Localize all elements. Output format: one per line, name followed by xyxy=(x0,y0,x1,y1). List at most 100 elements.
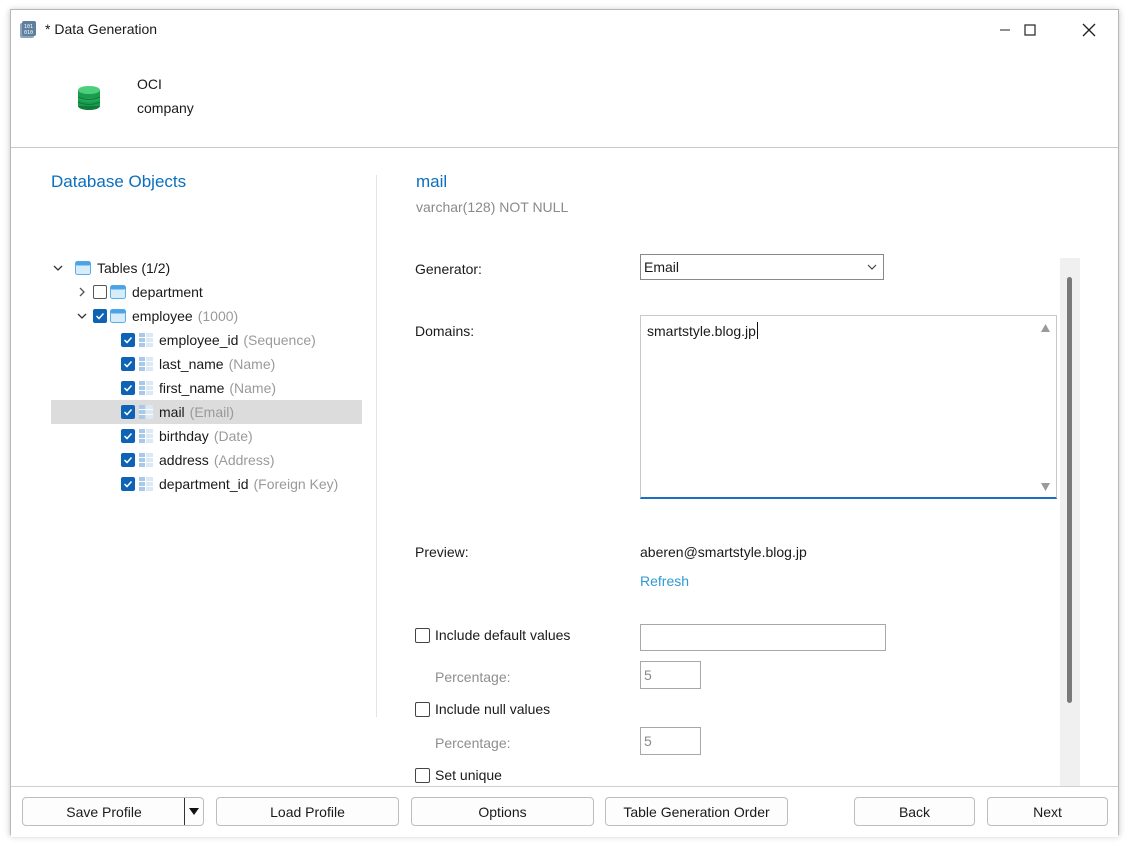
column-settings-pane: mail varchar(128) NOT NULL Generator: Em… xyxy=(377,148,1120,790)
column-generator-hint: (Address) xyxy=(213,452,275,468)
preview-label: Preview: xyxy=(415,544,469,560)
column-generator-hint: (Name) xyxy=(228,356,276,372)
connection-name: OCI xyxy=(137,76,162,92)
column-name: first_name xyxy=(159,380,225,396)
svg-text:010: 010 xyxy=(24,30,33,36)
domains-value: smartstyle.blog.jp xyxy=(647,323,756,339)
database-objects-title: Database Objects xyxy=(51,172,187,191)
null-percentage-label: Percentage: xyxy=(435,735,511,751)
table-icon xyxy=(110,285,126,299)
tree-node-department[interactable]: department xyxy=(51,280,362,304)
tree-node-column[interactable]: address (Address) xyxy=(51,448,362,472)
back-button[interactable]: Back xyxy=(854,797,975,826)
column-checkbox[interactable] xyxy=(121,405,135,419)
column-icon xyxy=(139,453,153,467)
column-name: address xyxy=(159,452,209,468)
column-checkbox[interactable] xyxy=(121,357,135,371)
tree-node-column-selected[interactable]: mail (Email) xyxy=(51,400,362,424)
text-cursor xyxy=(756,322,758,339)
column-checkbox[interactable] xyxy=(121,453,135,467)
column-icon xyxy=(139,477,153,491)
title-bar: 101 010 * Data Generation xyxy=(11,10,1118,50)
domains-label: Domains: xyxy=(415,323,475,339)
tree-node-tables[interactable]: Tables (1/2) xyxy=(51,256,362,280)
save-profile-dropdown[interactable] xyxy=(184,798,203,825)
checkmark-icon xyxy=(123,360,133,368)
column-checkbox[interactable] xyxy=(121,429,135,443)
footer-bar: Save Profile Load Profile Options Table … xyxy=(11,786,1118,837)
tree-node-employee[interactable]: employee (1000) xyxy=(51,304,362,328)
checkmark-icon xyxy=(123,408,133,416)
tree-node-column[interactable]: last_name (Name) xyxy=(51,352,362,376)
window-title: * Data Generation xyxy=(45,21,158,37)
close-icon xyxy=(1082,23,1096,37)
default-percentage-input[interactable]: 5 xyxy=(640,661,701,689)
database-icon xyxy=(77,86,101,110)
close-button[interactable] xyxy=(1066,10,1112,50)
column-checkbox[interactable] xyxy=(121,381,135,395)
scroll-down-arrow-icon[interactable] xyxy=(1041,483,1050,491)
department-label: department xyxy=(132,284,203,300)
domains-scrollbar[interactable] xyxy=(1036,316,1056,497)
include-default-values-option[interactable]: Include default values xyxy=(415,627,570,643)
column-icon xyxy=(139,429,153,443)
default-value-input[interactable] xyxy=(640,624,886,651)
tables-label: Tables (1/2) xyxy=(97,260,171,276)
scroll-up-arrow-icon[interactable] xyxy=(1041,324,1050,332)
include-null-values-option[interactable]: Include null values xyxy=(415,701,550,717)
table-icon xyxy=(110,309,126,323)
column-generator-hint: (Foreign Key) xyxy=(253,476,339,492)
save-profile-button[interactable]: Save Profile xyxy=(22,797,204,826)
chevron-down-icon xyxy=(867,264,877,270)
column-generator-hint: (Sequence) xyxy=(243,332,316,348)
checkmark-icon xyxy=(95,312,105,320)
domains-textarea[interactable]: smartstyle.blog.jp xyxy=(640,315,1057,499)
generator-select[interactable]: Email xyxy=(640,254,884,280)
save-profile-label: Save Profile xyxy=(66,803,142,820)
column-checkbox[interactable] xyxy=(121,333,135,347)
column-name: last_name xyxy=(159,356,224,372)
tree-node-column[interactable]: first_name (Name) xyxy=(51,376,362,400)
employee-checkbox[interactable] xyxy=(93,309,107,323)
column-icon xyxy=(139,381,153,395)
column-generator-hint: (Name) xyxy=(229,380,277,396)
column-title: mail xyxy=(416,172,448,191)
table-generation-order-button[interactable]: Table Generation Order xyxy=(605,797,788,826)
column-type: varchar(128) NOT NULL xyxy=(416,199,569,215)
column-name: birthday xyxy=(159,428,209,444)
column-icon xyxy=(139,357,153,371)
include-default-values-checkbox[interactable] xyxy=(415,627,430,643)
load-profile-button[interactable]: Load Profile xyxy=(216,797,399,826)
checkmark-icon xyxy=(123,480,133,488)
null-percentage-input[interactable]: 5 xyxy=(640,727,701,755)
include-null-values-checkbox[interactable] xyxy=(415,701,430,717)
tree-node-column[interactable]: department_id (Foreign Key) xyxy=(51,472,362,496)
set-unique-checkbox[interactable] xyxy=(415,767,430,783)
column-icon xyxy=(139,405,153,419)
settings-scrollbar[interactable] xyxy=(1060,258,1080,790)
chevron-down-icon[interactable] xyxy=(51,261,65,275)
column-generator-hint: (Email) xyxy=(189,404,235,420)
next-button[interactable]: Next xyxy=(987,797,1108,826)
chevron-down-icon[interactable] xyxy=(75,309,89,323)
column-generator-hint: (Date) xyxy=(213,428,253,444)
maximize-icon xyxy=(1024,24,1036,36)
employee-label: employee xyxy=(132,308,193,324)
column-icon xyxy=(139,333,153,347)
tree-node-column[interactable]: birthday (Date) xyxy=(51,424,362,448)
checkmark-icon xyxy=(123,432,133,440)
column-name: mail xyxy=(159,404,185,420)
refresh-link[interactable]: Refresh xyxy=(640,573,689,589)
data-generator-app-icon: 101 010 xyxy=(20,21,36,38)
set-unique-option[interactable]: Set unique xyxy=(415,767,502,783)
department-checkbox[interactable] xyxy=(93,285,107,299)
chevron-right-icon[interactable] xyxy=(75,285,89,299)
scrollbar-thumb[interactable] xyxy=(1067,277,1072,703)
options-button[interactable]: Options xyxy=(411,797,594,826)
tree-node-column[interactable]: employee_id (Sequence) xyxy=(51,328,362,352)
maximize-button[interactable] xyxy=(1007,10,1053,50)
set-unique-label: Set unique xyxy=(435,767,502,783)
database-objects-pane: Database Objects Tables (1/2) department xyxy=(11,148,377,788)
generator-selected-value: Email xyxy=(644,259,680,275)
column-checkbox[interactable] xyxy=(121,477,135,491)
